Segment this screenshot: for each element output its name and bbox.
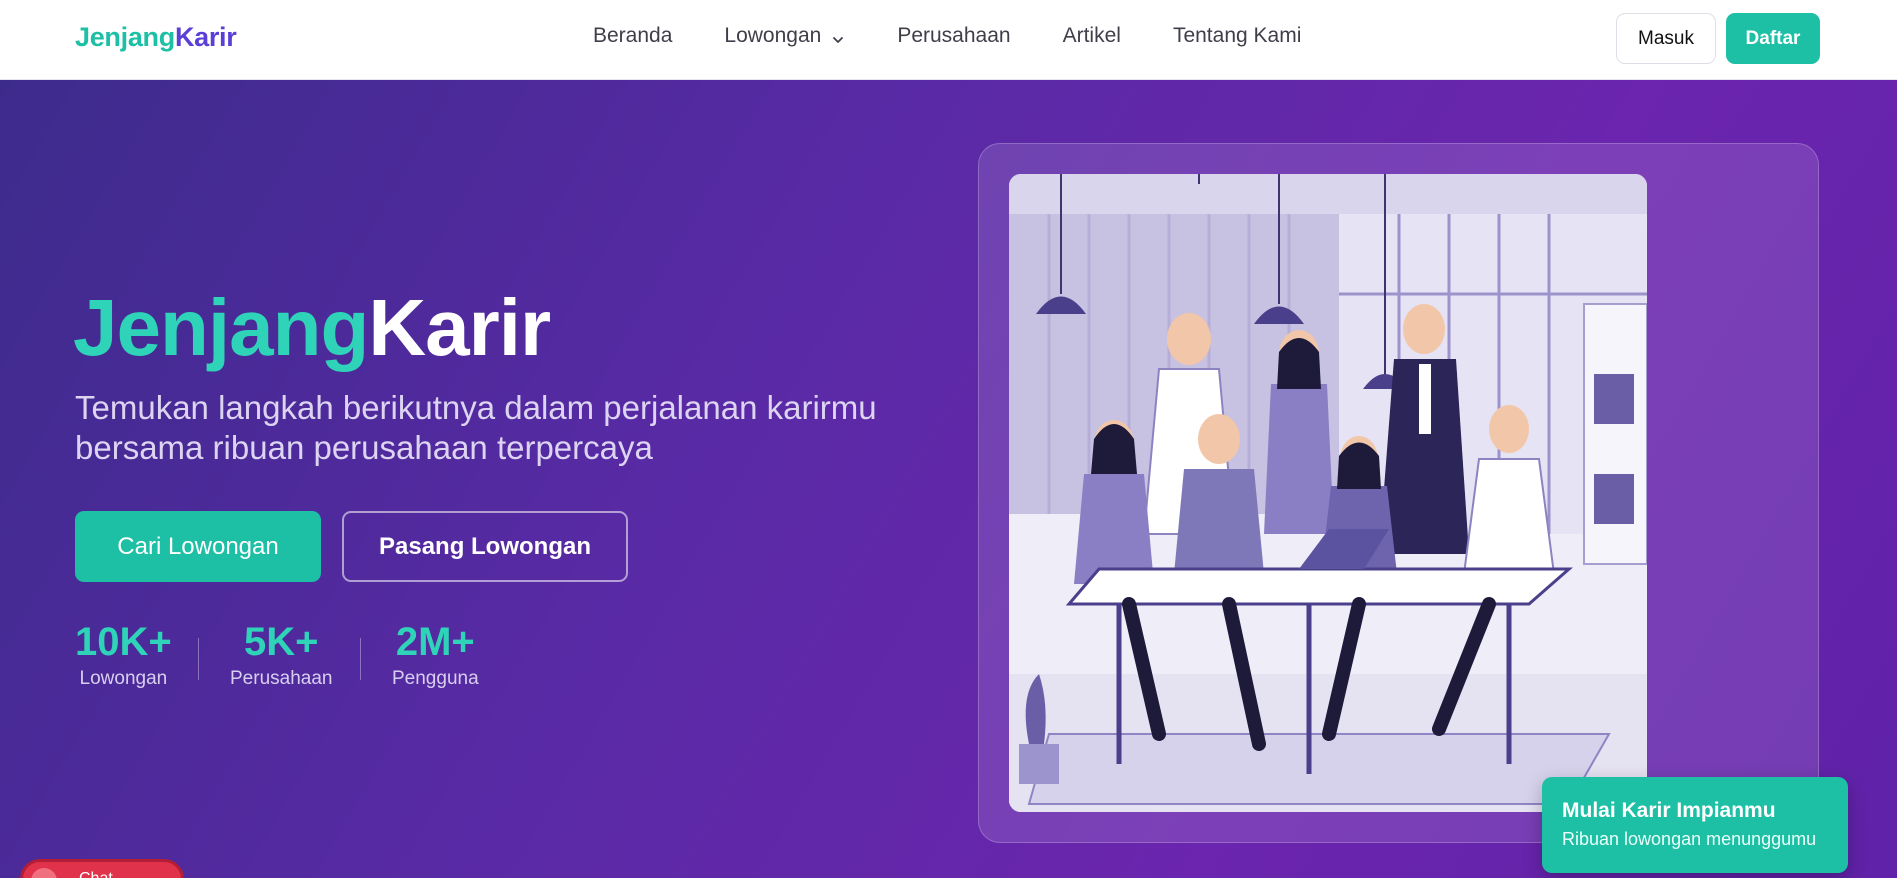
search-jobs-button[interactable]: Cari Lowongan [75,511,321,582]
nav-link-perusahaan[interactable]: Perusahaan [897,24,1010,48]
promo-title: Mulai Karir Impianmu [1562,799,1776,822]
nav-link-lowongan[interactable]: Lowongan [724,24,845,48]
promo-subtitle: Ribuan lowongan menunggumu [1562,829,1817,849]
hero-title: JenjangKarir [73,288,551,368]
chat-icon [31,868,57,878]
logo-text-karir: Karir [174,22,237,52]
chat-floating-button[interactable]: Chat [20,859,184,878]
stat-divider [360,638,361,680]
stat-companies: 5K+ Perusahaan [230,622,332,690]
nav-link-beranda[interactable]: Beranda [593,24,672,48]
nav-link-tentang-kami[interactable]: Tentang Kami [1173,24,1301,48]
register-button[interactable]: Daftar [1726,13,1820,64]
hero-section: JenjangKarir Temukan langkah berikutnya … [0,80,1897,878]
stat-companies-value: 5K+ [243,620,319,664]
stat-users-label: Pengguna [392,668,479,689]
main-nav: Beranda Lowongan Perusahaan Artikel Tent… [593,24,1301,48]
stat-jobs-value: 10K+ [75,620,172,664]
top-navbar: JenjangKarir Beranda Lowongan Perusahaan… [0,0,1897,80]
chevron-down-icon [831,29,845,43]
promo-card[interactable]: Mulai Karir Impianmu Ribuan lowongan men… [1542,777,1848,873]
hero-subtitle: Temukan langkah berikutnya dalam perjala… [75,389,877,467]
stat-jobs-label: Lowongan [79,668,168,689]
logo-text-jenjang: Jenjang [75,22,175,52]
nav-link-artikel[interactable]: Artikel [1063,24,1121,48]
stat-users: 2M+ Pengguna [392,622,479,690]
hero-title-karir: Karir [368,283,551,372]
nav-link-lowongan-label: Lowongan [724,24,822,47]
hero-title-jenjang: Jenjang [73,283,369,372]
login-button[interactable]: Masuk [1616,13,1716,64]
post-job-button[interactable]: Pasang Lowongan [342,511,628,582]
stat-companies-label: Perusahaan [230,668,333,689]
stat-users-value: 2M+ [395,620,475,664]
office-team-illustration [1009,174,1647,812]
site-logo[interactable]: JenjangKarir [75,22,237,53]
chat-floating-label: Chat [79,870,113,878]
stat-divider [198,638,199,680]
stat-jobs: 10K+ Lowongan [75,622,172,690]
